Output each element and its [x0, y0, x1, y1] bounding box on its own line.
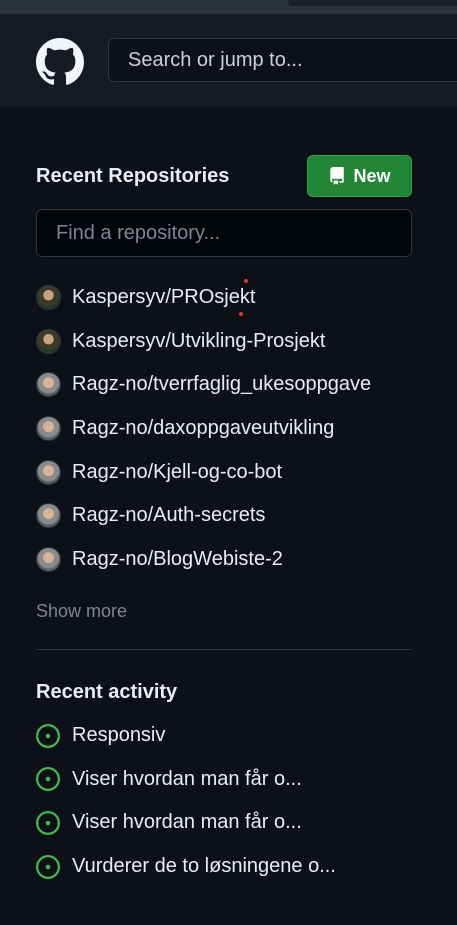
find-repository-input[interactable]: [36, 209, 412, 257]
repo-link[interactable]: Ragz-no/Auth-secrets: [72, 504, 265, 527]
avatar: [36, 546, 61, 572]
repo-item[interactable]: Ragz-no/daxoppgaveutvikling: [36, 407, 436, 451]
browser-tab-edge: [288, 0, 457, 6]
github-octocat-icon[interactable]: [36, 38, 84, 86]
avatar: [36, 328, 61, 354]
avatar: [36, 416, 61, 442]
issue-opened-icon: [36, 767, 60, 792]
recent-repositories-title: Recent Repositories: [36, 165, 230, 187]
repo-link[interactable]: Ragz-no/BlogWebiste-2: [72, 548, 283, 571]
activity-link[interactable]: Viser hvordan man får o...: [72, 811, 302, 834]
section-divider: [36, 649, 412, 650]
recent-repositories-list: Kaspersyv/PROsjekt Kaspersyv/Utvikling-P…: [36, 276, 436, 581]
avatar: [36, 503, 61, 529]
recent-activity-list: Responsiv Viser hvordan man får o... Vis…: [36, 714, 436, 888]
activity-link[interactable]: Viser hvordan man får o...: [72, 768, 302, 791]
repo-link[interactable]: Kaspersyv/PROsjekt: [72, 286, 255, 309]
issue-opened-icon: [36, 854, 60, 879]
recent-activity-title: Recent activity: [36, 681, 178, 703]
repo-link[interactable]: Ragz-no/daxoppgaveutvikling: [72, 417, 334, 440]
activity-link[interactable]: Responsiv: [72, 724, 165, 747]
issue-opened-icon: [36, 810, 60, 835]
new-button-label: New: [353, 165, 391, 186]
new-repository-button[interactable]: New: [307, 155, 412, 197]
show-more-link[interactable]: Show more: [36, 601, 127, 622]
header: [0, 14, 457, 107]
repo-item[interactable]: Kaspersyv/PROsjekt: [36, 276, 436, 320]
avatar: [36, 285, 61, 311]
repo-link[interactable]: Ragz-no/Kjell-og-co-bot: [72, 461, 282, 484]
activity-item[interactable]: Viser hvordan man får o...: [36, 801, 436, 845]
repo-item[interactable]: Ragz-no/tverrfaglig_ukesoppgave: [36, 363, 436, 407]
issue-opened-icon: [36, 723, 60, 748]
repo-item[interactable]: Ragz-no/BlogWebiste-2: [36, 538, 436, 582]
repo-icon: [330, 167, 345, 185]
repo-item[interactable]: Ragz-no/Kjell-og-co-bot: [36, 450, 436, 494]
avatar: [36, 459, 61, 485]
browser-top-strip: [0, 0, 457, 14]
repo-item[interactable]: Ragz-no/Auth-secrets: [36, 494, 436, 538]
cursor-mark: [244, 279, 248, 283]
repo-item[interactable]: Kaspersyv/Utvikling-Prosjekt: [36, 320, 436, 364]
cursor-mark: [239, 312, 243, 316]
repo-link[interactable]: Ragz-no/tverrfaglig_ukesoppgave: [72, 373, 371, 396]
activity-link[interactable]: Vurderer de to løsningene o...: [72, 855, 336, 878]
repo-link[interactable]: Kaspersyv/Utvikling-Prosjekt: [72, 330, 325, 353]
activity-item[interactable]: Vurderer de to løsningene o...: [36, 845, 436, 889]
activity-item[interactable]: Responsiv: [36, 714, 436, 758]
activity-item[interactable]: Viser hvordan man får o...: [36, 758, 436, 802]
avatar: [36, 372, 61, 398]
search-input[interactable]: [108, 38, 457, 82]
